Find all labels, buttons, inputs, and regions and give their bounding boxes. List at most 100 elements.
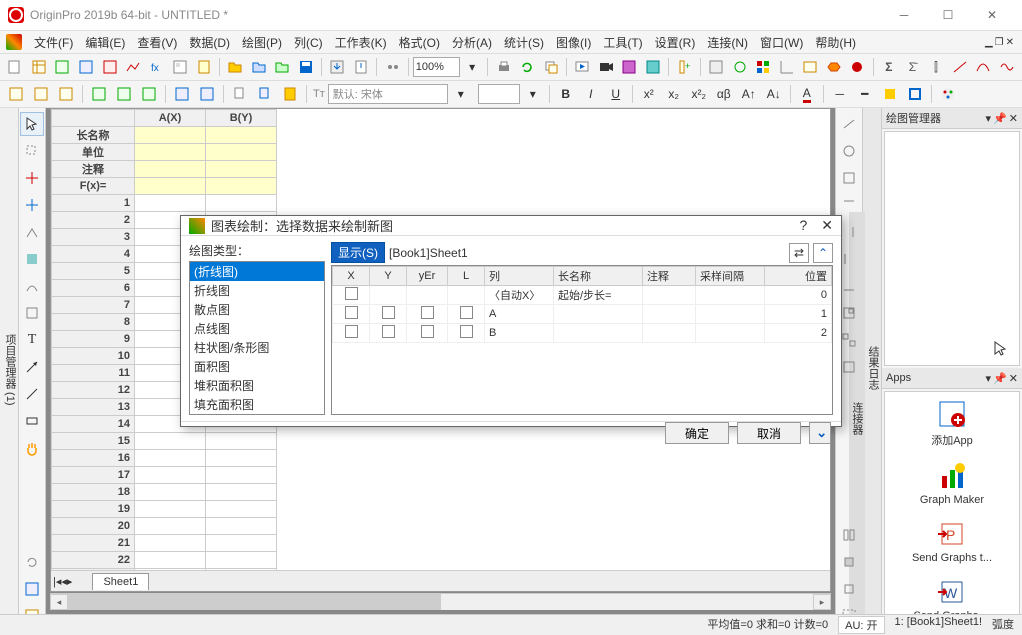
app-graph-maker[interactable]: Graph Maker [885,454,1019,512]
chk-x[interactable] [345,306,358,319]
subscript-icon[interactable]: x₂ [662,82,686,106]
font-color-icon[interactable]: A [795,82,819,106]
fontsize-dropdown-icon[interactable]: ▾ [521,82,545,106]
th-pos[interactable]: 位置 [765,267,832,286]
new-workbook-icon[interactable] [28,55,51,79]
decrease-font-icon[interactable]: A↓ [762,82,786,106]
ws-f-icon[interactable] [137,82,161,106]
menu-format[interactable]: 格式(O) [393,32,446,53]
new-function-icon[interactable]: fx [145,55,168,79]
add-top-icon[interactable] [837,193,861,217]
plot-type-item[interactable]: 面积图 [190,357,324,376]
import-single-icon[interactable] [350,55,373,79]
pan-tool-icon[interactable] [20,436,44,460]
line-width-icon[interactable]: ━ [853,82,877,106]
tab-results-log[interactable]: 结果日志 [865,112,881,624]
app-send-ppt[interactable]: P Send Graphs t... [885,512,1019,570]
row-units[interactable]: 单位 [52,144,135,161]
workarea-hscroll[interactable]: ◂▸ [50,593,831,610]
menu-data[interactable]: 数据(D) [183,32,236,53]
ws-c-icon[interactable] [54,82,78,106]
front-icon[interactable] [837,550,861,574]
menu-tools[interactable]: 工具(T) [597,32,648,53]
menu-plot[interactable]: 绘图(P) [236,32,288,53]
stats-row-icon[interactable]: Σ̄ [901,55,924,79]
increase-font-icon[interactable]: A↑ [737,82,761,106]
ws-g-icon[interactable] [170,82,194,106]
duplicate-icon[interactable] [540,55,563,79]
refresh-icon[interactable] [516,55,539,79]
mdi-close-icon[interactable]: ✕ [1006,37,1014,48]
expand-bottom-icon[interactable]: ⌄ [809,422,831,444]
screen-reader-tool-icon[interactable] [20,166,44,190]
anti-alias-icon[interactable] [837,112,861,136]
data-reader-tool-icon[interactable] [20,193,44,217]
menu-file[interactable]: 文件(F) [28,32,79,53]
menu-worksheet[interactable]: 工作表(K) [329,32,393,53]
supersubscript-icon[interactable]: x²₂ [687,82,711,106]
ungroup-icon[interactable] [837,523,861,547]
panel-menu-icon[interactable]: ▾ [986,112,992,125]
stats-sum-icon[interactable]: Σ [878,55,901,79]
publish-icon[interactable] [618,55,641,79]
menu-view[interactable]: 查看(V) [131,32,183,53]
row-longname[interactable]: 长名称 [52,127,135,144]
import-wizard-icon[interactable] [326,55,349,79]
video-icon[interactable] [595,55,618,79]
swap-panel-icon[interactable]: ⇄ [789,243,809,263]
italic-icon[interactable]: I [579,82,603,106]
minimize-button[interactable]: ─ [882,0,926,30]
ws-h-icon[interactable] [195,82,219,106]
plot-type-item[interactable]: 散点图 [190,300,324,319]
menu-analysis[interactable]: 分析(A) [446,32,498,53]
plot-type-item[interactable]: 填充面积图 [190,395,324,414]
chk-x[interactable] [345,287,358,300]
text-tool-icon[interactable]: T [20,328,44,352]
app-center-icon[interactable] [752,55,775,79]
nlfit-icon[interactable] [995,55,1018,79]
slideshow-icon[interactable] [571,55,594,79]
new-excel-icon[interactable] [51,55,74,79]
underline-icon[interactable]: U [604,82,628,106]
rect-tool-icon[interactable] [20,409,44,433]
apps-menu-icon[interactable]: ▾ [986,372,992,385]
sheet-nav-first-icon[interactable]: |◂ [53,575,61,588]
menu-column[interactable]: 列(C) [288,32,329,53]
panel-pin-icon[interactable]: 📌 [993,112,1007,125]
line-color-icon[interactable] [903,82,927,106]
greek-icon[interactable]: αβ [712,82,736,106]
add-col-icon[interactable]: + [673,55,696,79]
chk-l[interactable] [460,306,473,319]
th-l[interactable]: L [448,267,485,286]
rotate-tool-icon[interactable] [20,550,44,574]
open-excel-icon[interactable] [271,55,294,79]
linear-fit-icon[interactable] [948,55,971,79]
new-2d-icon[interactable] [122,55,145,79]
tab-project-explorer[interactable]: 项目管理器 (1) [2,330,18,410]
app-add[interactable]: 添加App [885,392,1019,454]
ws-d-icon[interactable] [87,82,111,106]
fontsize-combo[interactable] [478,84,520,104]
rescale-icon[interactable] [775,55,798,79]
palette-icon[interactable] [936,82,960,106]
status-au[interactable]: AU: 开 [838,616,884,634]
recalculate-icon[interactable] [728,55,751,79]
chk-l[interactable] [460,325,473,338]
chk-y[interactable] [382,325,395,338]
save-icon[interactable] [295,55,318,79]
menu-image[interactable]: 图像(I) [550,32,597,53]
sheet-nav-next-icon[interactable]: ▸ [67,575,73,588]
plot-type-item[interactable]: 折线图 [190,281,324,300]
copy-page-icon[interactable] [228,82,252,106]
mask-tool-icon[interactable] [20,247,44,271]
apps-pin-icon[interactable]: 📌 [993,372,1007,385]
region-tool-icon[interactable] [20,301,44,325]
chk-y[interactable] [382,306,395,319]
zoom-tool-icon[interactable] [20,139,44,163]
dialog-close-icon[interactable]: ✕ [821,217,833,234]
mdi-minimize-icon[interactable]: ▁ [985,37,993,48]
transfer-icon[interactable] [823,55,846,79]
data-columns-table[interactable]: X Y yEr L 列 长名称 注释 采样间隔 位置 〈自动X〉 [331,265,833,415]
row-fx[interactable]: F(x)= [52,178,135,195]
row-comments[interactable]: 注释 [52,161,135,178]
